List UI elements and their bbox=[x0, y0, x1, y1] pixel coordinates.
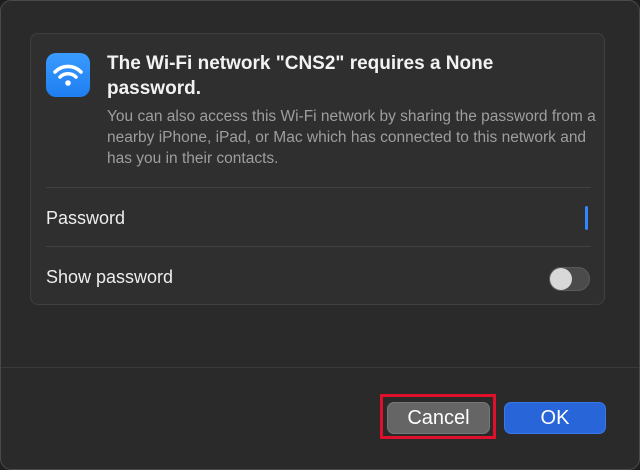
divider bbox=[46, 187, 591, 188]
password-field[interactable] bbox=[585, 206, 588, 230]
show-password-label: Show password bbox=[46, 267, 174, 287]
footer-divider bbox=[1, 367, 639, 368]
ok-button[interactable]: OK bbox=[504, 402, 606, 434]
dialog-title: The Wi-Fi network "CNS2" requires a None… bbox=[107, 53, 494, 99]
wifi-icon bbox=[46, 53, 90, 97]
cancel-highlight-box bbox=[380, 394, 496, 439]
divider bbox=[46, 246, 591, 247]
show-password-toggle[interactable] bbox=[549, 267, 590, 291]
password-label: Password bbox=[46, 208, 126, 228]
toggle-knob bbox=[550, 268, 572, 290]
wifi-password-dialog: The Wi-Fi network "CNS2" requires a None… bbox=[0, 0, 640, 470]
dialog-description: You can also access this Wi-Fi network b… bbox=[107, 108, 596, 167]
dialog-panel: The Wi-Fi network "CNS2" requires a None… bbox=[30, 33, 605, 305]
